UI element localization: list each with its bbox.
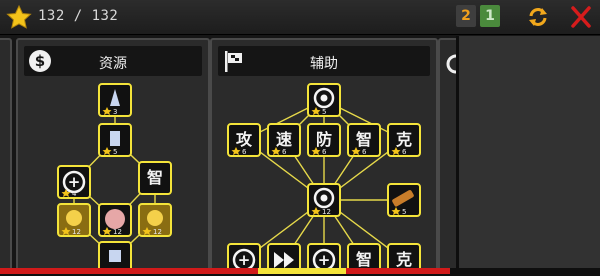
- node-glyph: 克: [396, 130, 412, 149]
- icon-core: [320, 94, 328, 102]
- progress-segment-red: [0, 268, 258, 274]
- support-node-3[interactable]: 防6: [307, 123, 341, 157]
- node-glyph: 智: [356, 130, 372, 149]
- support-node-7[interactable]: 5: [387, 183, 421, 217]
- resource-node-2[interactable]: +4: [57, 165, 91, 199]
- support-node-5[interactable]: 克6: [387, 123, 421, 157]
- node-stars: 12: [153, 228, 162, 236]
- node-glyph: +: [238, 251, 251, 269]
- node-stars: 4: [72, 190, 77, 198]
- resource-node-4[interactable]: 12: [57, 203, 91, 237]
- node-glyph: 防: [316, 130, 332, 149]
- node-stars: 5: [113, 148, 117, 156]
- resource-node-0[interactable]: 3: [98, 83, 132, 117]
- node-glyph: +: [68, 173, 81, 191]
- node-stars: 6: [282, 148, 287, 156]
- side-overlay-edge: [456, 36, 459, 270]
- progress-segment-yellow: [258, 268, 346, 274]
- unit-icon: [109, 250, 121, 262]
- node-stars: 6: [402, 148, 407, 156]
- side-overlay: [456, 36, 600, 270]
- icon-core: [320, 194, 328, 202]
- node-stars: 12: [72, 228, 81, 236]
- resource-node-5[interactable]: 12: [98, 203, 132, 237]
- node-glyph: +: [318, 251, 331, 269]
- resource-node-6[interactable]: 12: [138, 203, 172, 237]
- progress-segment-red-2: [346, 268, 450, 274]
- support-node-1[interactable]: 攻6: [227, 123, 261, 157]
- tower-icon: [110, 131, 120, 146]
- node-glyph: 智: [147, 168, 163, 187]
- node-stars: 3: [113, 108, 117, 116]
- support-node-2[interactable]: 速6: [267, 123, 301, 157]
- node-stars: 6: [362, 148, 367, 156]
- resource-node-3[interactable]: 智: [138, 161, 172, 195]
- node-stars: 5: [322, 108, 326, 116]
- support-node-4[interactable]: 智6: [347, 123, 381, 157]
- support-node-6[interactable]: 12: [307, 183, 341, 217]
- flower-icon: [105, 209, 125, 229]
- node-stars: 5: [402, 208, 406, 216]
- node-stars: 12: [322, 208, 331, 216]
- node-glyph: 速: [276, 130, 292, 149]
- node-glyph: 攻: [236, 130, 253, 149]
- node-glyph: 克: [396, 250, 412, 269]
- resource-node-1[interactable]: 5: [98, 123, 132, 157]
- node-stars: 12: [113, 228, 122, 236]
- node-stars: 6: [242, 148, 247, 156]
- node-stars: 6: [322, 148, 327, 156]
- gold-icon: [66, 210, 82, 226]
- support-node-0[interactable]: 5: [307, 83, 341, 117]
- node-glyph: 智: [356, 250, 372, 269]
- gold-icon: [147, 210, 163, 226]
